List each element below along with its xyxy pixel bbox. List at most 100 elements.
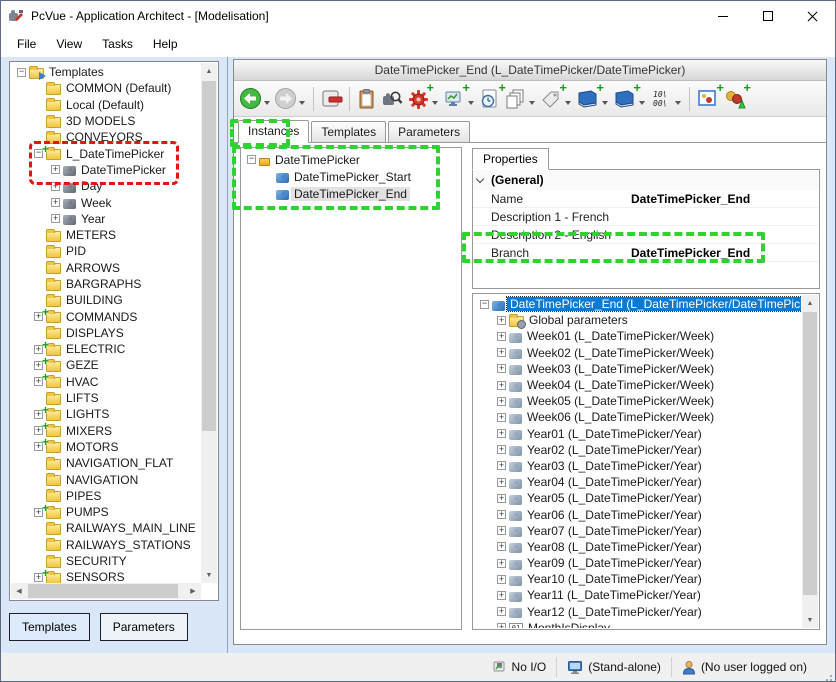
expander-icon[interactable] xyxy=(497,542,506,551)
minimize-button[interactable] xyxy=(700,1,745,31)
expander-icon[interactable] xyxy=(497,381,506,390)
expander-icon[interactable] xyxy=(51,182,60,191)
tree-item[interactable]: ELECTRIC xyxy=(11,341,201,357)
maximize-button[interactable] xyxy=(745,1,790,31)
tree-item[interactable]: SECURITY xyxy=(11,553,201,569)
tree-item[interactable]: SENSORS xyxy=(11,569,201,583)
scroll-left-icon[interactable]: ◀ xyxy=(11,583,27,599)
tree-item[interactable]: Local (Default) xyxy=(11,97,201,113)
add-catalog-button[interactable]: + xyxy=(611,85,638,112)
tree-item[interactable]: LIFTS xyxy=(11,390,201,406)
close-branch-button[interactable] xyxy=(319,86,344,112)
tree-horizontal-scrollbar[interactable]: ◀ ▶ xyxy=(11,583,201,599)
tree-item[interactable]: HVAC xyxy=(11,374,201,390)
details-tree-item[interactable]: Week04 (L_DateTimePicker/Week) xyxy=(474,377,801,393)
expander-icon[interactable] xyxy=(17,68,26,77)
details-tree-item[interactable]: Year11 (L_DateTimePicker/Year) xyxy=(474,587,801,603)
instance-tree-item[interactable]: DateTimePicker_End xyxy=(241,185,461,202)
tab-parameters[interactable]: Parameters xyxy=(388,121,470,142)
tree-item[interactable]: ARROWS xyxy=(11,260,201,276)
tree-item[interactable]: RAILWAYS_MAIN_LINE xyxy=(11,520,201,536)
expander-icon[interactable] xyxy=(51,214,60,223)
details-tree-item[interactable]: Week06 (L_DateTimePicker/Week) xyxy=(474,409,801,425)
expander-icon[interactable] xyxy=(247,155,256,164)
close-button[interactable] xyxy=(790,1,835,31)
details-tree-item[interactable]: Year05 (L_DateTimePicker/Year) xyxy=(474,490,801,506)
add-display-dropdown-icon[interactable] xyxy=(468,101,474,105)
tree-item[interactable]: PID xyxy=(11,243,201,259)
binary-values-button[interactable]: 10\ 00\ xyxy=(648,85,674,112)
tree-item[interactable]: NAVIGATION_FLAT xyxy=(11,455,201,471)
add-tag-button[interactable]: + xyxy=(538,85,564,113)
expander-icon[interactable] xyxy=(480,300,489,309)
expander-icon[interactable] xyxy=(497,526,506,535)
details-tree-item[interactable]: Year03 (L_DateTimePicker/Year) xyxy=(474,458,801,474)
details-tree-item[interactable]: Week03 (L_DateTimePicker/Week) xyxy=(474,361,801,377)
details-tree-item[interactable]: Year04 (L_DateTimePicker/Year) xyxy=(474,474,801,490)
details-tree-item[interactable]: Year07 (L_DateTimePicker/Year) xyxy=(474,523,801,539)
property-row[interactable]: Name DateTimePicker_End xyxy=(473,190,819,208)
expander-icon[interactable] xyxy=(497,494,506,503)
expander-icon[interactable] xyxy=(497,348,506,357)
tree-item[interactable]: PUMPS xyxy=(11,504,201,520)
scroll-down-icon[interactable]: ▼ xyxy=(802,612,818,628)
details-tree-item[interactable]: Year06 (L_DateTimePicker/Year) xyxy=(474,506,801,522)
add-library-button[interactable]: + xyxy=(574,85,601,112)
details-tree-item[interactable]: Year10 (L_DateTimePicker/Year) xyxy=(474,571,801,587)
details-tree-item[interactable]: Year09 (L_DateTimePicker/Year) xyxy=(474,555,801,571)
details-tree-item[interactable]: Year02 (L_DateTimePicker/Year) xyxy=(474,442,801,458)
tree-item[interactable]: Day xyxy=(11,178,201,194)
details-tree-item[interactable]: Week02 (L_DateTimePicker/Week) xyxy=(474,345,801,361)
add-tag-dropdown-icon[interactable] xyxy=(565,101,571,105)
tree-item[interactable]: LIGHTS xyxy=(11,406,201,422)
menu-item[interactable]: Tasks xyxy=(92,33,143,55)
tree-item[interactable]: Templates xyxy=(11,64,201,80)
tree-item[interactable]: L_DateTimePicker xyxy=(11,145,201,161)
tab-properties[interactable]: Properties xyxy=(472,148,549,170)
tree-item[interactable]: Week xyxy=(11,194,201,210)
parameters-view-button[interactable]: Parameters xyxy=(100,613,188,641)
instance-tree-item[interactable]: DateTimePicker xyxy=(241,151,461,168)
add-catalog-dropdown-icon[interactable] xyxy=(639,101,645,105)
instance-tree-item[interactable]: DateTimePicker_Start xyxy=(241,168,461,185)
tree-item[interactable]: MIXERS xyxy=(11,423,201,439)
expander-icon[interactable] xyxy=(497,559,506,568)
expander-icon[interactable] xyxy=(497,478,506,487)
expander-icon[interactable] xyxy=(497,607,506,616)
tree-item[interactable]: BUILDING xyxy=(11,292,201,308)
tree-item[interactable]: GEZE xyxy=(11,357,201,373)
property-row[interactable]: Description 1 - French xyxy=(473,208,819,226)
add-template-button[interactable]: + xyxy=(405,85,431,113)
forward-dropdown-icon[interactable] xyxy=(299,101,305,105)
expander-icon[interactable] xyxy=(51,165,60,174)
details-tree-item[interactable]: DateTimePicker_End (L_DateTimePicker/Dat… xyxy=(474,296,801,312)
expander-icon[interactable] xyxy=(497,397,506,406)
tree-item[interactable]: BARGRAPHS xyxy=(11,276,201,292)
tree-item[interactable]: CONVEYORS xyxy=(11,129,201,145)
add-image-button[interactable]: + xyxy=(695,85,721,112)
tree-item[interactable]: COMMANDS xyxy=(11,308,201,324)
property-value[interactable]: DateTimePicker_End xyxy=(631,192,819,206)
tree-item[interactable]: NAVIGATION xyxy=(11,471,201,487)
expander-icon[interactable] xyxy=(497,413,506,422)
tab-templates[interactable]: Templates xyxy=(311,121,386,142)
expander-icon[interactable] xyxy=(51,198,60,207)
menu-item[interactable]: File xyxy=(7,33,46,55)
expander-icon[interactable] xyxy=(497,316,506,325)
properties-section-general[interactable]: (General) xyxy=(473,170,819,190)
property-row[interactable]: Branch DateTimePicker_End xyxy=(473,244,819,262)
add-display-button[interactable]: + xyxy=(441,85,467,112)
tree-item[interactable]: Year xyxy=(11,211,201,227)
scroll-up-icon[interactable]: ▲ xyxy=(201,63,217,79)
details-tree-item[interactable]: Week01 (L_DateTimePicker/Week) xyxy=(474,328,801,344)
tree-item[interactable]: RAILWAYS_STATIONS xyxy=(11,537,201,553)
scroll-thumb[interactable] xyxy=(28,584,178,598)
menu-item[interactable]: Help xyxy=(143,33,188,55)
expander-icon[interactable] xyxy=(497,364,506,373)
tab-instances[interactable]: Instances xyxy=(238,120,309,143)
copy-button[interactable] xyxy=(503,85,528,112)
details-vertical-scrollbar[interactable]: ▲ ▼ xyxy=(802,295,818,628)
scroll-up-icon[interactable]: ▲ xyxy=(802,295,818,311)
add-users-button[interactable]: + xyxy=(721,85,748,113)
menu-item[interactable]: View xyxy=(46,33,92,55)
